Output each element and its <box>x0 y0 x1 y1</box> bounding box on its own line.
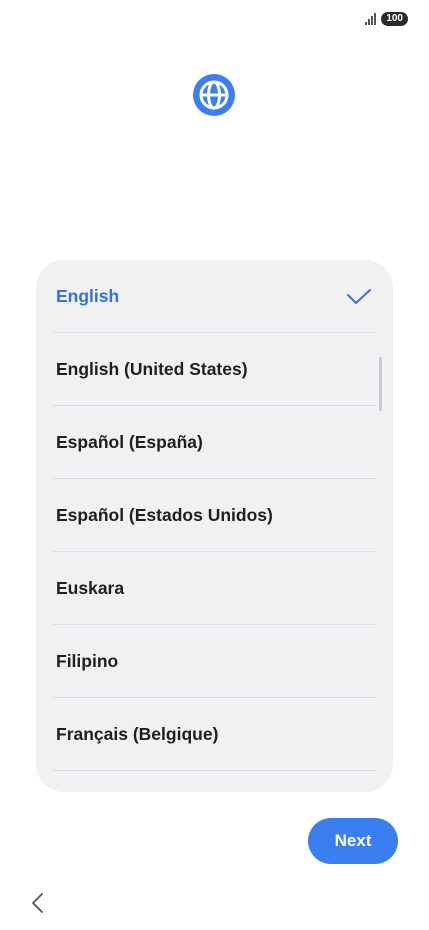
signal-icon <box>365 13 377 25</box>
list-item[interactable]: Español (España) <box>53 406 376 479</box>
language-label: English <box>56 286 120 306</box>
chevron-left-icon <box>32 893 43 913</box>
list-item[interactable]: English <box>53 260 376 333</box>
status-bar: 100 <box>365 10 408 28</box>
battery-badge: 100 <box>381 12 408 26</box>
back-button[interactable] <box>24 888 50 918</box>
check-icon <box>347 288 371 304</box>
language-list[interactable]: English English (United States) Español … <box>36 260 393 792</box>
list-item[interactable]: Français (Belgique) <box>53 698 376 771</box>
language-label: English (United States) <box>56 359 248 379</box>
globe-icon <box>193 74 235 116</box>
next-button[interactable]: Next <box>308 818 398 864</box>
language-label: Español (Estados Unidos) <box>56 505 273 525</box>
language-selection-screen: 100 English English (United States) Espa… <box>0 0 429 930</box>
language-label: Español (España) <box>56 432 203 452</box>
language-label: Euskara <box>56 578 125 598</box>
language-label: Français (Belgique) <box>56 724 219 744</box>
language-label: Filipino <box>56 651 119 671</box>
list-item[interactable]: Filipino <box>53 625 376 698</box>
divider <box>53 770 376 771</box>
scrollbar[interactable] <box>379 357 382 411</box>
list-item[interactable]: English (United States) <box>53 333 376 406</box>
list-item[interactable]: Español (Estados Unidos) <box>53 479 376 552</box>
list-item[interactable]: Euskara <box>53 552 376 625</box>
